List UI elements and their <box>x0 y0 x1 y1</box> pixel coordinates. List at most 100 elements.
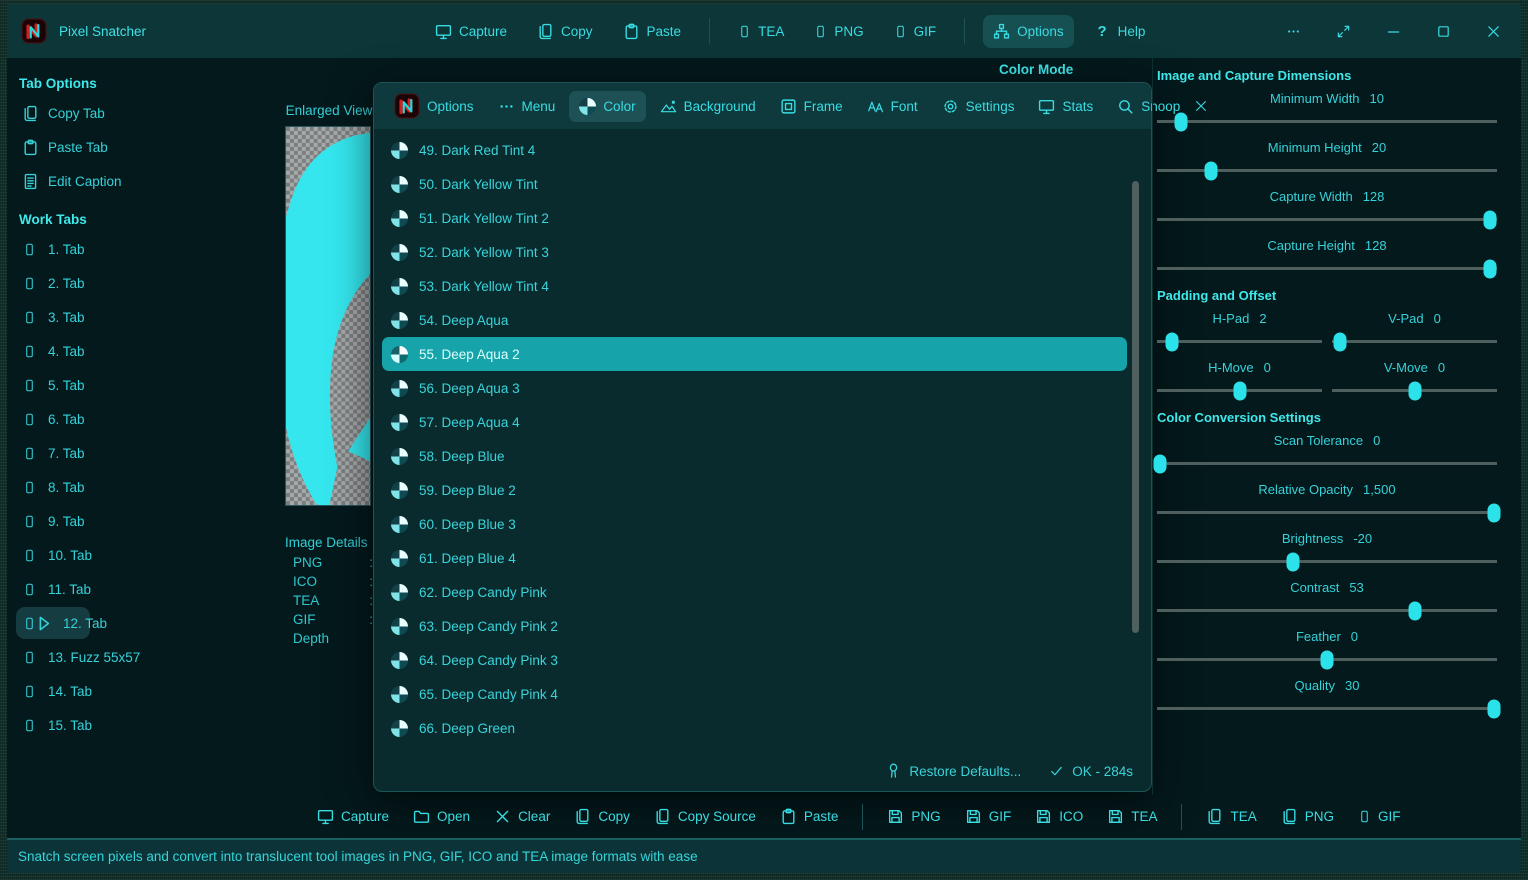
color-item[interactable]: 53. Dark Yellow Tint 4 <box>382 269 1127 303</box>
dialog-tab-settings[interactable]: Settings <box>932 91 1025 122</box>
color-item[interactable]: 58. Deep Blue <box>382 439 1127 473</box>
copy-source-button[interactable]: Copy Source <box>646 802 764 831</box>
dialog-tab-stats[interactable]: Stats <box>1028 91 1103 122</box>
work-tab-5[interactable]: 5. Tab <box>7 368 283 402</box>
color-item[interactable]: 61. Deep Blue 4 <box>382 541 1127 575</box>
slider-track[interactable] <box>1157 340 1322 343</box>
slider-track[interactable] <box>1157 169 1497 172</box>
copy-button-bottom[interactable]: Copy <box>566 802 638 831</box>
restore-defaults-button[interactable]: Restore Defaults... <box>886 763 1021 779</box>
open-button[interactable]: Open <box>405 802 478 831</box>
slider-thumb[interactable] <box>1174 112 1187 131</box>
slider-track[interactable] <box>1332 389 1497 392</box>
work-tab-3[interactable]: 3. Tab <box>7 300 283 334</box>
slider-thumb[interactable] <box>1484 210 1497 229</box>
copy-tab-button[interactable]: Copy Tab <box>7 96 283 130</box>
capture-button-bottom[interactable]: Capture <box>309 802 397 831</box>
work-tab-11[interactable]: 11. Tab <box>7 572 283 606</box>
color-item[interactable]: 64. Deep Candy Pink 3 <box>382 643 1127 677</box>
copy-gif-button[interactable]: GIF <box>1350 802 1409 831</box>
maximize-button[interactable] <box>1429 17 1457 45</box>
color-item[interactable]: 50. Dark Yellow Tint <box>382 167 1127 201</box>
slider-thumb[interactable] <box>1287 552 1300 571</box>
copy-png-button[interactable]: PNG <box>1273 802 1342 831</box>
paste-button-bottom[interactable]: Paste <box>772 802 847 831</box>
clear-button[interactable]: Clear <box>486 802 558 831</box>
slider-track[interactable] <box>1157 120 1497 123</box>
dialog-tab-background[interactable]: Background <box>650 91 766 122</box>
slider-track[interactable] <box>1157 658 1497 661</box>
color-item[interactable]: 62. Deep Candy Pink <box>382 575 1127 609</box>
slider-thumb[interactable] <box>1487 699 1500 718</box>
dialog-tab-menu[interactable]: Menu <box>488 91 566 122</box>
color-item[interactable]: 52. Dark Yellow Tint 3 <box>382 235 1127 269</box>
tea-button[interactable]: TEA <box>728 15 794 48</box>
capture-button[interactable]: Capture <box>425 15 517 48</box>
color-item[interactable]: 59. Deep Blue 2 <box>382 473 1127 507</box>
save-gif-button[interactable]: GIF <box>957 802 1020 831</box>
help-button[interactable]: ?Help <box>1084 15 1156 48</box>
slider-track[interactable] <box>1157 560 1497 563</box>
slider-track[interactable] <box>1157 511 1497 514</box>
copy-tea-button[interactable]: TEA <box>1198 802 1264 831</box>
color-item[interactable]: 60. Deep Blue 3 <box>382 507 1127 541</box>
color-item[interactable]: 66. Deep Green <box>382 711 1127 745</box>
minimize-button[interactable] <box>1379 17 1407 45</box>
color-item[interactable]: 57. Deep Aqua 4 <box>382 405 1127 439</box>
slider-track[interactable] <box>1157 267 1497 270</box>
slider-thumb[interactable] <box>1321 650 1334 669</box>
color-item[interactable]: 63. Deep Candy Pink 2 <box>382 609 1127 643</box>
color-item-selected[interactable]: 55. Deep Aqua 2 <box>382 337 1127 371</box>
color-item[interactable]: 54. Deep Aqua <box>382 303 1127 337</box>
slider-thumb[interactable] <box>1205 161 1218 180</box>
work-tab-7[interactable]: 7. Tab <box>7 436 283 470</box>
dialog-tab-frame[interactable]: Frame <box>770 91 853 122</box>
save-png-button[interactable]: PNG <box>879 802 948 831</box>
slider-track[interactable] <box>1157 707 1497 710</box>
slider-thumb[interactable] <box>1408 381 1421 400</box>
paste-button[interactable]: Paste <box>613 15 692 48</box>
slider-thumb[interactable] <box>1484 259 1497 278</box>
work-tab-4[interactable]: 4. Tab <box>7 334 283 368</box>
work-tab-6[interactable]: 6. Tab <box>7 402 283 436</box>
slider-track[interactable] <box>1332 340 1497 343</box>
copy-button[interactable]: Copy <box>527 15 603 48</box>
work-tab-10[interactable]: 10. Tab <box>7 538 283 572</box>
color-item[interactable]: 51. Dark Yellow Tint 2 <box>382 201 1127 235</box>
edit-caption-button[interactable]: Edit Caption <box>7 164 283 198</box>
options-button[interactable]: Options <box>983 15 1074 48</box>
color-item[interactable]: 65. Deep Candy Pink 4 <box>382 677 1127 711</box>
gif-button[interactable]: GIF <box>884 15 947 48</box>
save-ico-button[interactable]: ICO <box>1027 802 1091 831</box>
work-tab-9[interactable]: 9. Tab <box>7 504 283 538</box>
dialog-tab-color[interactable]: Color <box>569 91 645 122</box>
dialog-tab-options[interactable]: Options <box>384 86 484 126</box>
expand-button[interactable] <box>1329 17 1357 45</box>
png-button[interactable]: PNG <box>804 15 873 48</box>
slider-thumb[interactable] <box>1334 332 1347 351</box>
work-tab-14[interactable]: 14. Tab <box>7 674 283 708</box>
slider-thumb[interactable] <box>1233 381 1246 400</box>
slider-thumb[interactable] <box>1165 332 1178 351</box>
work-tab-12-selected[interactable]: 12. Tab <box>7 606 283 640</box>
work-tab-15[interactable]: 15. Tab <box>7 708 283 742</box>
slider-thumb[interactable] <box>1409 601 1422 620</box>
work-tab-1[interactable]: 1. Tab <box>7 232 283 266</box>
work-tab-13[interactable]: 13. Fuzz 55x57 <box>7 640 283 674</box>
work-tab-8[interactable]: 8. Tab <box>7 470 283 504</box>
slider-thumb[interactable] <box>1487 503 1500 522</box>
slider-track[interactable] <box>1157 462 1497 465</box>
save-tea-button[interactable]: TEA <box>1099 802 1165 831</box>
dialog-tab-font[interactable]: Font <box>857 91 928 122</box>
color-item[interactable]: 49. Dark Red Tint 4 <box>382 133 1127 167</box>
scrollbar-thumb[interactable] <box>1132 181 1139 633</box>
close-button[interactable] <box>1479 17 1507 45</box>
ok-button[interactable]: OK - 284s <box>1049 763 1133 779</box>
color-item[interactable]: 56. Deep Aqua 3 <box>382 371 1127 405</box>
more-button[interactable] <box>1279 17 1307 45</box>
slider-track[interactable] <box>1157 609 1497 612</box>
slider-track[interactable] <box>1157 218 1497 221</box>
work-tab-2[interactable]: 2. Tab <box>7 266 283 300</box>
slider-track[interactable] <box>1157 389 1322 392</box>
paste-tab-button[interactable]: Paste Tab <box>7 130 283 164</box>
